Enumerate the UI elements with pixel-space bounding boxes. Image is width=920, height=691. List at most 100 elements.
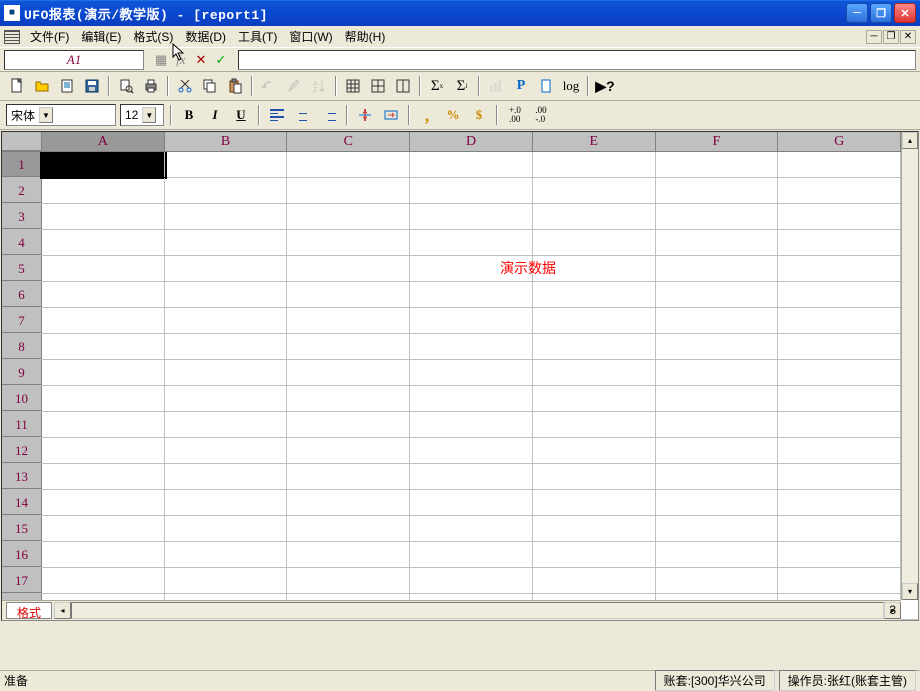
cell[interactable] [656,412,779,437]
cell[interactable] [778,464,901,489]
cut-button[interactable] [174,75,196,97]
cell[interactable] [656,542,779,567]
row-header[interactable]: 16 [2,542,42,567]
menu-help[interactable]: 帮助(H) [339,26,392,47]
cell[interactable] [410,308,533,333]
row-header[interactable]: 1 [2,152,42,177]
align-right-button[interactable] [318,104,340,126]
cell[interactable] [778,230,901,255]
cell[interactable] [410,438,533,463]
chart-button[interactable] [485,75,507,97]
sum2-button[interactable]: Σi [451,75,473,97]
menu-edit[interactable]: 编辑(E) [75,26,127,47]
cell[interactable] [287,360,410,385]
column-header-f[interactable]: F [656,132,779,151]
cell[interactable] [778,334,901,359]
column-header-e[interactable]: E [533,132,656,151]
cell[interactable] [533,204,656,229]
cell[interactable] [533,152,656,177]
cell[interactable] [42,152,165,177]
cell[interactable] [287,308,410,333]
cell[interactable] [778,178,901,203]
row-header[interactable]: 10 [2,386,42,411]
cell[interactable] [656,516,779,541]
row-header[interactable]: 5 [2,256,42,281]
scroll-down-button[interactable]: ▾ [902,583,918,600]
cell[interactable] [287,230,410,255]
cell[interactable] [410,282,533,307]
cell[interactable] [165,256,288,281]
column-header-b[interactable]: B [165,132,288,151]
close-button[interactable]: ✕ [894,3,916,23]
align-left-button[interactable] [266,104,288,126]
menu-file[interactable]: 文件(F) [24,26,75,47]
cell[interactable] [533,230,656,255]
cell[interactable] [165,516,288,541]
cell[interactable] [778,568,901,593]
cell[interactable] [656,490,779,515]
save-button[interactable] [81,75,103,97]
menu-data[interactable]: 数据(D) [179,26,232,47]
cell[interactable] [165,308,288,333]
cell[interactable] [410,178,533,203]
grid2-button[interactable] [367,75,389,97]
vertical-scrollbar[interactable]: ▴ ▾ [901,132,918,600]
cell[interactable] [410,360,533,385]
cell[interactable] [656,334,779,359]
paste-button[interactable] [224,75,246,97]
cell[interactable] [533,308,656,333]
cell[interactable] [533,360,656,385]
formula-input[interactable] [238,50,916,70]
cell[interactable] [42,178,165,203]
print-preview-button[interactable] [115,75,137,97]
cell[interactable] [165,152,288,177]
help-button[interactable]: ▶? [594,75,616,97]
cell[interactable] [410,464,533,489]
tab-scroll-left[interactable]: ◂ [54,602,71,619]
cell[interactable] [410,204,533,229]
row-header[interactable]: 4 [2,230,42,255]
mdi-close-button[interactable]: ✕ [900,30,916,44]
cell[interactable] [778,308,901,333]
italic-button[interactable]: I [204,104,226,126]
document-button[interactable] [56,75,78,97]
cell[interactable] [287,542,410,567]
grid3-button[interactable] [392,75,414,97]
valign-middle-button[interactable] [354,104,376,126]
sort-button[interactable]: AZ [308,75,330,97]
row-header[interactable]: 7 [2,308,42,333]
sum-button[interactable]: Σx [426,75,448,97]
increase-decimal-button[interactable]: +.0.00 [504,104,526,126]
horizontal-scrollbar[interactable] [71,602,884,619]
cell[interactable] [287,204,410,229]
cell[interactable] [165,360,288,385]
cell[interactable] [656,256,779,281]
cell[interactable] [778,152,901,177]
currency-button[interactable]: $ [468,104,490,126]
cell[interactable] [287,568,410,593]
cell[interactable] [410,230,533,255]
percent-button[interactable]: % [442,104,464,126]
cell[interactable] [656,282,779,307]
cell[interactable] [778,516,901,541]
mdi-minimize-button[interactable]: ─ [866,30,882,44]
mdi-restore-button[interactable]: ❐ [883,30,899,44]
tool-pencil-button[interactable] [283,75,305,97]
row-header[interactable]: 13 [2,464,42,489]
cell[interactable] [410,412,533,437]
cell[interactable] [165,490,288,515]
cell[interactable] [533,516,656,541]
decrease-decimal-button[interactable]: .00-.0 [530,104,552,126]
cell[interactable] [42,568,165,593]
cell[interactable] [287,516,410,541]
copy-button[interactable] [199,75,221,97]
cell[interactable] [656,178,779,203]
cancel-icon[interactable]: ✕ [192,51,210,69]
cell[interactable] [533,464,656,489]
cell[interactable] [410,256,533,281]
column-header-c[interactable]: C [287,132,410,151]
cell[interactable] [778,542,901,567]
cell[interactable] [42,438,165,463]
system-menu-icon[interactable] [4,30,20,44]
cell[interactable] [287,152,410,177]
